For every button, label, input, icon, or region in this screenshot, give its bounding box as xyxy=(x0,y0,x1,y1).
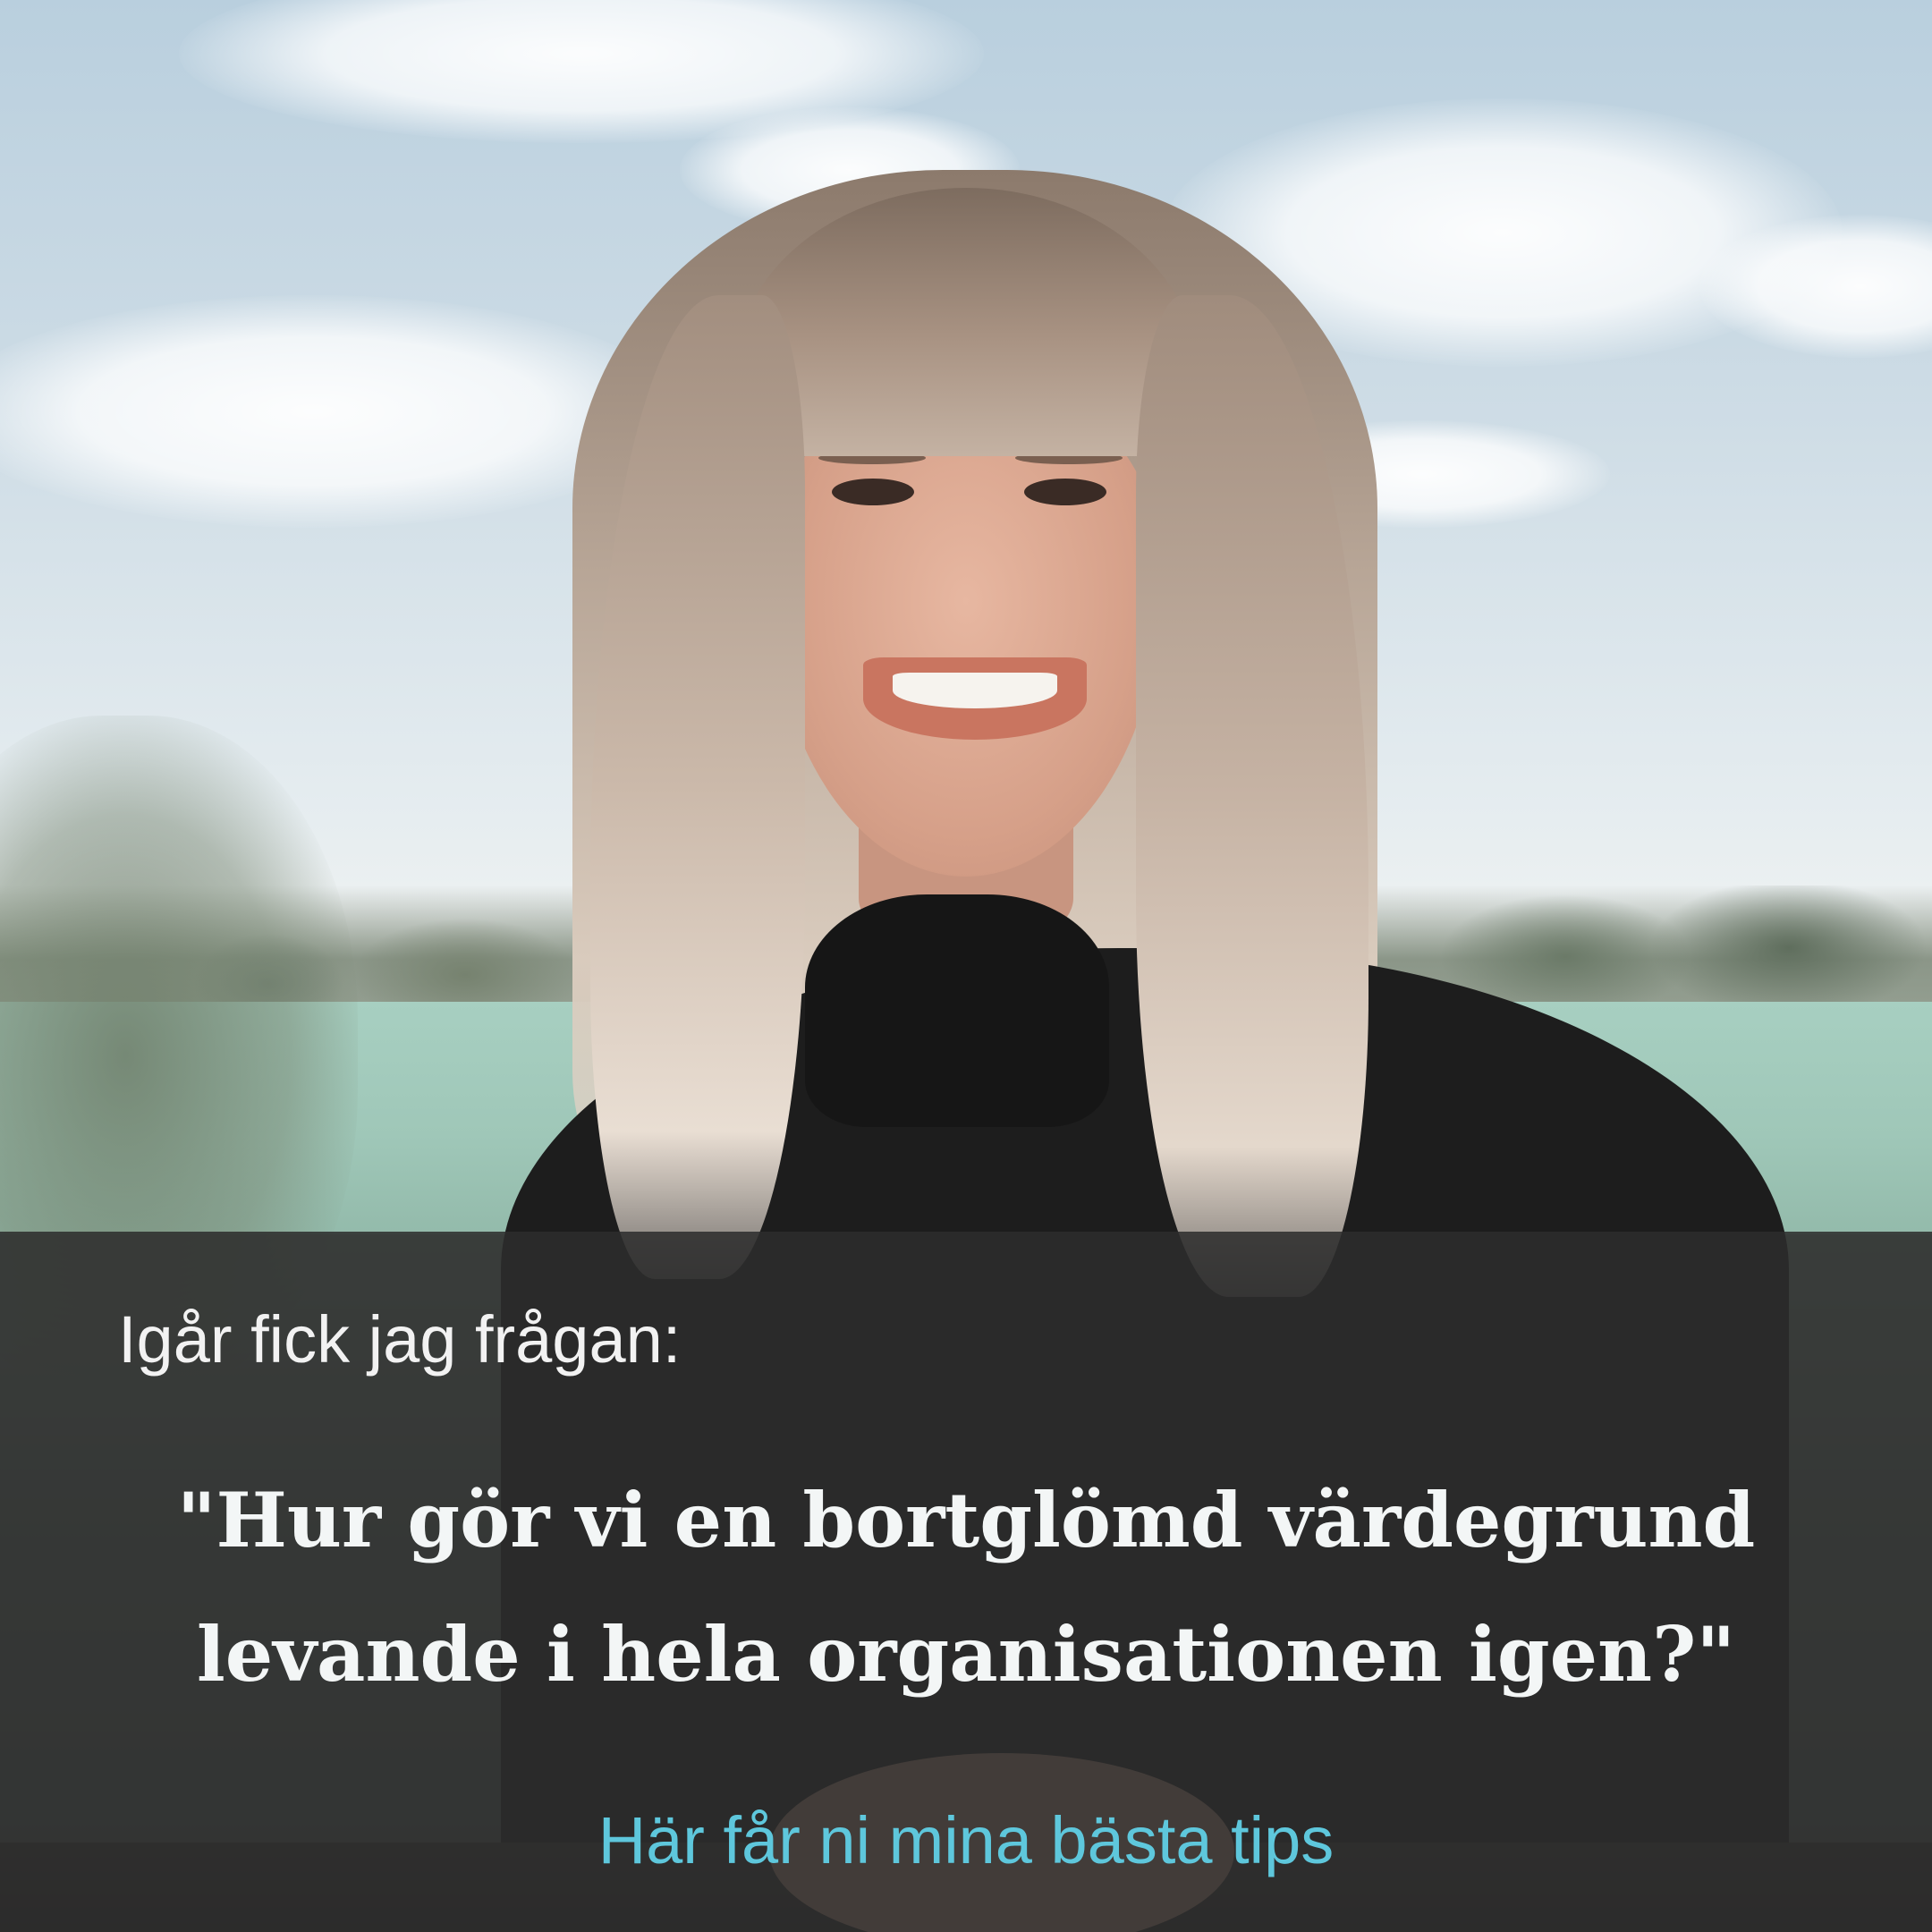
quote-line-1: "Hur gör vi en bortglömd värdegrund xyxy=(176,1476,1756,1564)
teeth xyxy=(893,673,1057,708)
quote-line-2: levande i hela organisationen igen?" xyxy=(196,1610,1736,1699)
social-post-card: Igår fick jag frågan: "Hur gör vi en bor… xyxy=(0,0,1932,1932)
turtleneck-collar xyxy=(805,894,1109,1127)
eye xyxy=(1024,479,1106,505)
call-to-action-text: Här får ni mina bästa tips xyxy=(597,1803,1335,1877)
eye xyxy=(832,479,914,505)
question-quote: "Hur gör vi en bortglömd värdegrund leva… xyxy=(72,1453,1860,1722)
intro-text: Igår fick jag frågan: xyxy=(118,1302,682,1377)
